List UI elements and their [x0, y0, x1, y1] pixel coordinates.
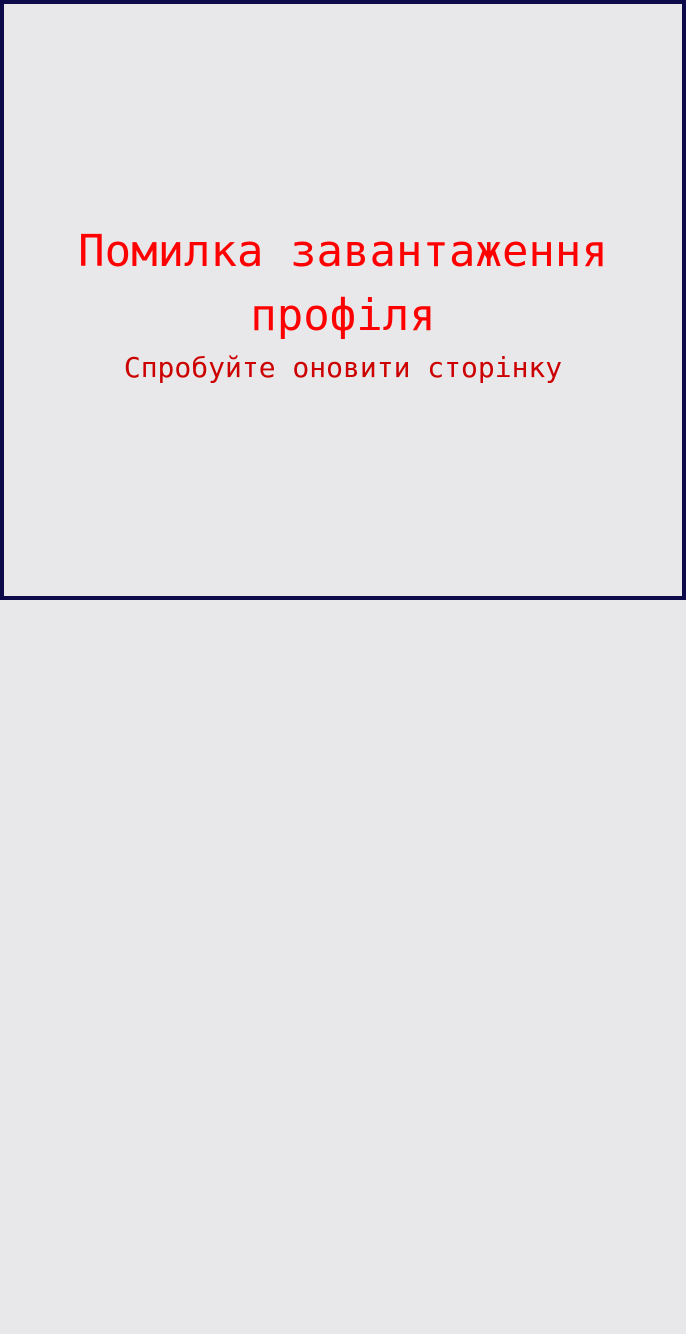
error-subtitle: Спробуйте оновити сторінку — [123, 351, 563, 384]
error-title: Помилка завантаження профіля — [78, 226, 608, 341]
empty-content-area — [0, 600, 686, 1334]
profile-error-panel: Помилка завантаження профіля Спробуйте о… — [0, 0, 686, 600]
